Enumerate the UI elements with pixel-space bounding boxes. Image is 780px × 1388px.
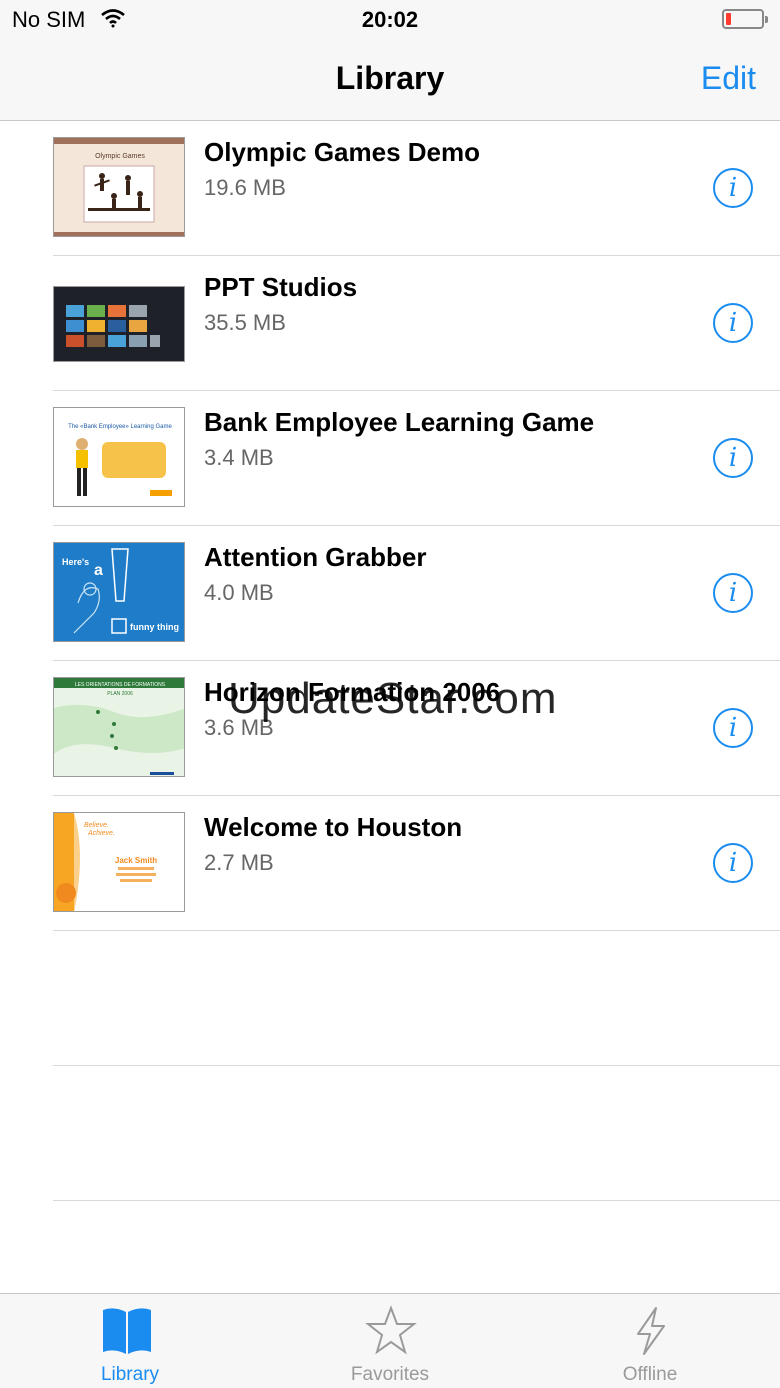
thumb-attention-funny: funny thing	[130, 622, 179, 632]
list-item[interactable]: Olympic Games Olympic Games Demo 19.6 MB…	[0, 121, 780, 256]
item-size: 35.5 MB	[204, 310, 286, 335]
list-item[interactable]: Believe. Achieve. Jack Smith Welcome to …	[0, 796, 780, 931]
thumb-horizon-plan: PLAN 2006	[107, 691, 133, 697]
svg-text:Achieve.: Achieve.	[87, 830, 115, 837]
navigation-bar: Library Edit	[0, 40, 780, 121]
row-separator	[53, 1200, 780, 1201]
list-item[interactable]: The «Bank Employee» Learning Game Bank E…	[0, 391, 780, 526]
item-title: Welcome to Houston	[204, 812, 463, 842]
tab-bar: Library Favorites Offline	[0, 1293, 780, 1388]
page-title: Library	[335, 60, 445, 96]
star-icon	[365, 1305, 417, 1355]
tab-offline[interactable]: Offline	[520, 1294, 780, 1388]
empty-row	[0, 931, 780, 1066]
status-time: 20:02	[361, 7, 419, 32]
library-list: Olympic Games Olympic Games Demo 19.6 MB…	[0, 121, 780, 1201]
lightning-icon	[637, 1307, 665, 1355]
watermark: UpdateStar.com	[228, 674, 558, 723]
thumb-olympic-title: Olympic Games	[95, 153, 145, 160]
book-icon	[103, 1308, 151, 1354]
status-bar: No SIM 20:02	[0, 0, 780, 40]
tab-label: Offline	[622, 1364, 678, 1385]
thumb-attention-heres: Here's	[62, 557, 89, 567]
svg-text:Believe.: Believe.	[84, 822, 109, 829]
thumb-attention-a: a	[94, 562, 103, 579]
item-title: Attention Grabber	[204, 542, 427, 572]
item-size: 2.7 MB	[204, 850, 274, 875]
presentation-thumbnail: Believe. Achieve. Jack Smith	[53, 812, 185, 912]
item-title: PPT Studios	[204, 272, 358, 302]
item-title: Bank Employee Learning Game	[204, 407, 595, 437]
presentation-thumbnail: LES ORIENTATIONS DE FORMATIONS PLAN 2006	[53, 677, 185, 777]
edit-button[interactable]: Edit	[701, 60, 756, 97]
tab-label: Favorites	[350, 1364, 430, 1385]
tab-label: Library	[100, 1364, 160, 1385]
list-item[interactable]: Here's a funny thing Attention Grabber 4…	[0, 526, 780, 661]
item-size: 3.4 MB	[204, 445, 274, 470]
tab-library[interactable]: Library	[0, 1294, 260, 1388]
presentation-thumbnail: The «Bank Employee» Learning Game	[53, 407, 185, 507]
info-button[interactable]: i	[713, 843, 753, 883]
info-button[interactable]: i	[713, 168, 753, 208]
battery-icon	[722, 9, 768, 29]
info-button[interactable]: i	[713, 303, 753, 343]
info-button[interactable]: i	[713, 438, 753, 478]
info-button[interactable]: i	[713, 573, 753, 613]
presentation-thumbnail	[53, 286, 185, 362]
list-item[interactable]: PPT Studios 35.5 MB i	[0, 256, 780, 391]
empty-row	[0, 1066, 780, 1201]
presentation-thumbnail: Olympic Games	[53, 137, 185, 237]
thumb-houston-name: Jack Smith	[115, 856, 157, 865]
item-size: 4.0 MB	[204, 580, 274, 605]
thumb-horizon-title: LES ORIENTATIONS DE FORMATIONS	[75, 682, 166, 688]
item-size: 19.6 MB	[204, 175, 286, 200]
info-button[interactable]: i	[713, 708, 753, 748]
item-title: Olympic Games Demo	[204, 137, 480, 167]
thumb-bank-title: The «Bank Employee» Learning Game	[68, 424, 172, 430]
presentation-thumbnail: Here's a funny thing	[53, 542, 185, 642]
tab-favorites[interactable]: Favorites	[260, 1294, 520, 1388]
